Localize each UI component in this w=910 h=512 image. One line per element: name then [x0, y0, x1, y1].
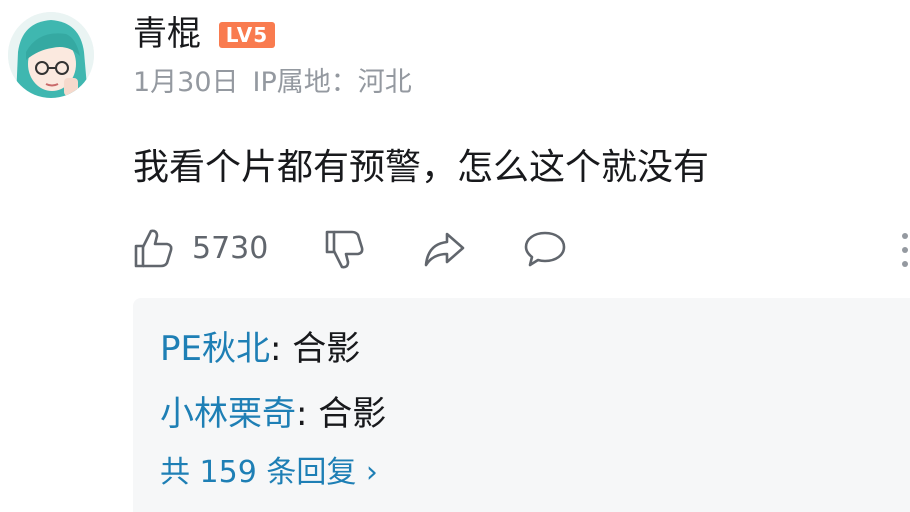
reply-username[interactable]: 小林栗奇 — [160, 394, 296, 434]
reply-separator: : — [270, 329, 293, 369]
comment-meta: 1月30日 IP属地：河北 — [133, 64, 426, 102]
comment-icon[interactable] — [522, 226, 568, 272]
reply-item[interactable]: PE秋北: 合影 — [160, 326, 360, 372]
thumbs-down-icon[interactable] — [321, 226, 367, 272]
more-vertical-icon[interactable] — [893, 228, 910, 272]
username[interactable]: 青棍 — [133, 12, 201, 56]
like-count: 5730 — [192, 231, 269, 266]
avatar[interactable] — [8, 12, 94, 98]
ip-location: IP属地：河北 — [252, 67, 412, 98]
thumbs-up-icon[interactable] — [130, 226, 176, 272]
comment-date: 1月30日 — [133, 67, 239, 98]
reply-item[interactable]: 小林栗奇: 合影 — [160, 391, 386, 437]
reply-username[interactable]: PE秋北 — [160, 329, 270, 369]
avatar-image — [8, 12, 94, 98]
comment-text: 我看个片都有预警，怎么这个就没有 — [133, 147, 710, 188]
comment-item: 青棍 LV5 1月30日 IP属地：河北 我看个片都有预警，怎么这个就没有 573… — [0, 0, 910, 512]
reply-preview-box[interactable]: PE秋北: 合影 小林栗奇: 合影 共 159 条回复 › — [133, 298, 910, 512]
level-badge: LV5 — [219, 22, 275, 48]
view-all-replies-link[interactable]: 共 159 条回复 › — [160, 452, 378, 494]
reply-text: 合影 — [318, 394, 387, 434]
reply-separator: : — [296, 394, 319, 434]
reply-text: 合影 — [292, 329, 361, 369]
share-icon[interactable] — [421, 226, 467, 272]
comment-actions: 5730 — [130, 220, 910, 276]
